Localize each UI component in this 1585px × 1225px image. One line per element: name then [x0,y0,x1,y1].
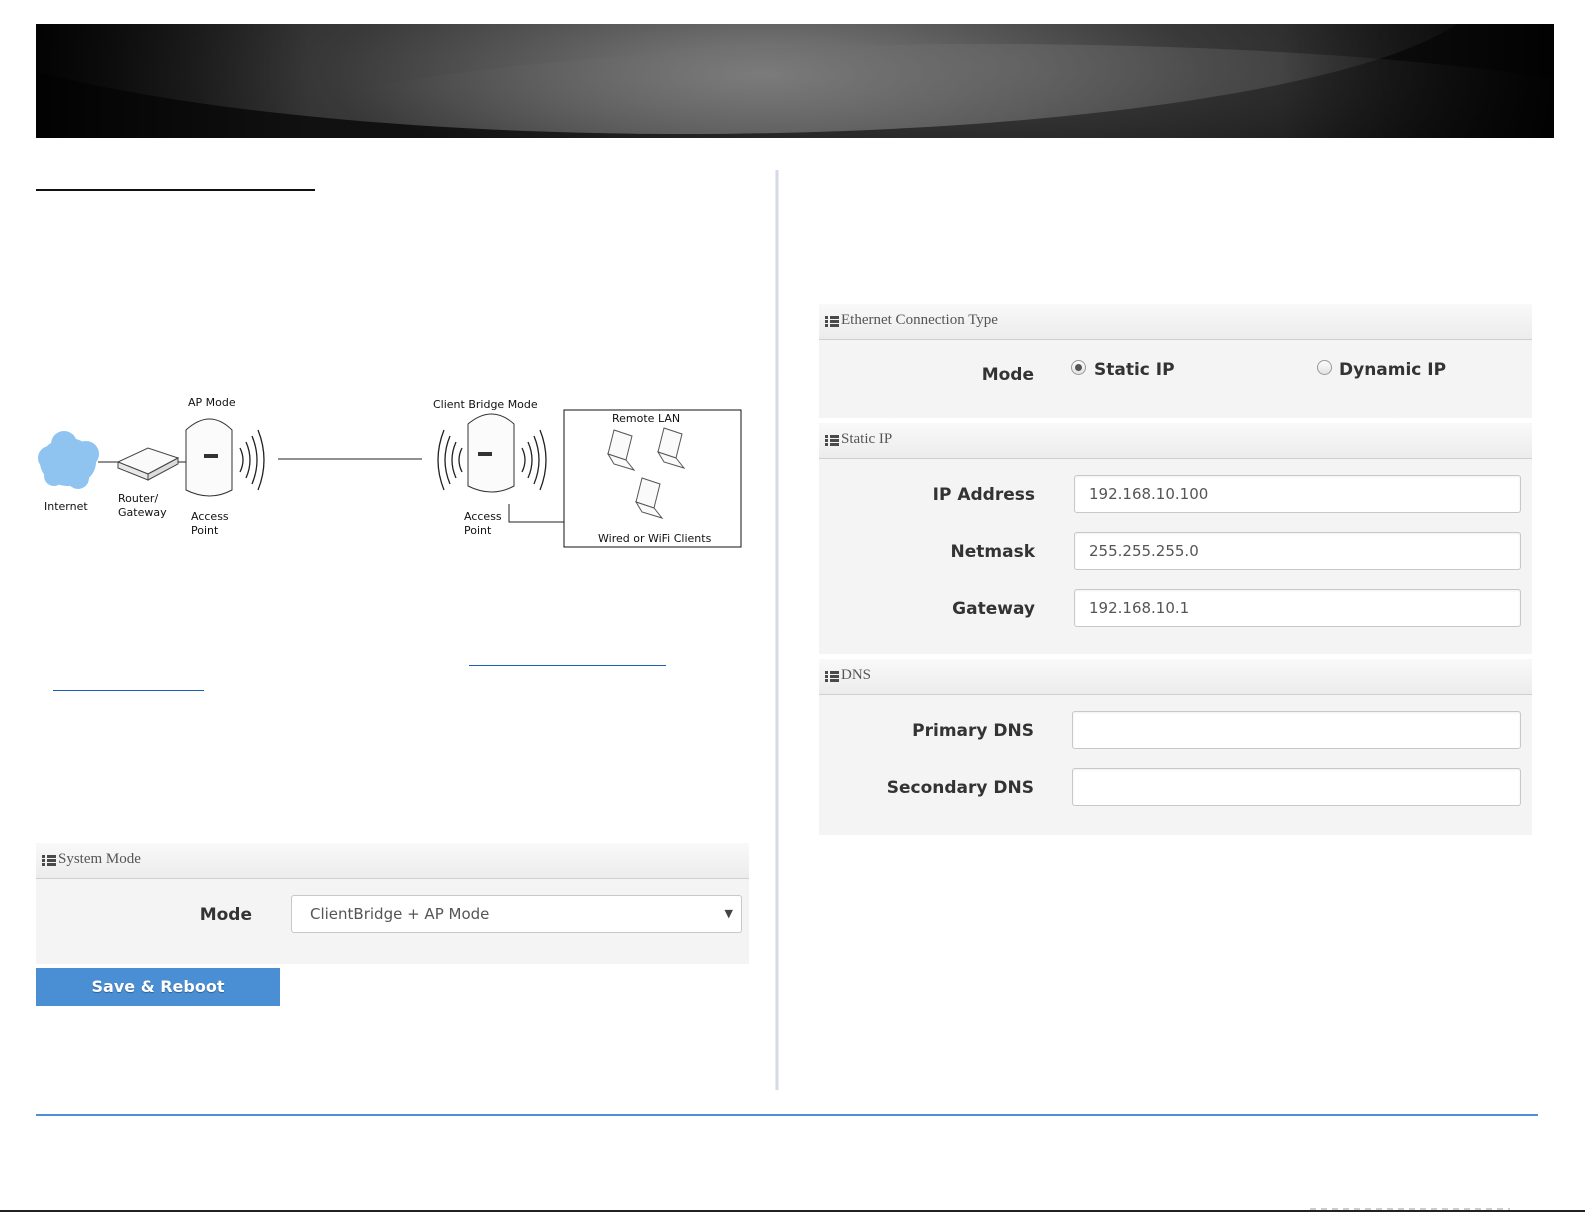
access-point-label-line2: Point [191,524,219,537]
secondary-dns-label: Secondary DNS [886,778,1034,798]
access-point-icon [467,413,515,493]
panel-header: Ethernet Connection Type [819,304,1532,340]
remote-lan-box [563,409,742,548]
panel-title: Static IP [841,431,893,447]
remote-lan-title: Remote LAN [612,412,680,425]
panel-header: System Mode [36,843,749,879]
column-divider [775,170,779,1090]
list-icon [825,316,839,327]
panel-title: Ethernet Connection Type [841,312,998,328]
router-label-line2: Gateway [118,506,167,519]
connection-mode-label: Mode [981,365,1034,385]
wireless-signal-left-icon [437,429,463,491]
static-ip-panel: Static IP IP Address 192.168.10.100 Netm… [819,423,1532,654]
ethernet-connection-panel: Ethernet Connection Type Mode Static IP … [819,304,1532,418]
list-icon [825,435,839,446]
access-point-icon [185,418,233,497]
primary-dns-label: Primary DNS [912,721,1034,741]
panel-header: DNS [819,659,1532,695]
wired-clients-label: Wired or WiFi Clients [598,532,712,545]
list-icon [42,855,56,866]
panel-title: DNS [841,667,872,683]
save-reboot-button[interactable]: Save & Reboot [36,968,280,1006]
panel-header: Static IP [819,423,1532,459]
section-heading-underline [36,189,315,191]
panel-title: System Mode [58,851,141,867]
router-icon [116,447,180,481]
list-icon [825,671,839,682]
primary-dns-input[interactable] [1072,711,1521,749]
footer-divider [36,1114,1538,1116]
hyperlink-underline[interactable] [469,665,666,666]
dns-panel: DNS Primary DNS Secondary DNS [819,659,1532,835]
mode-label: Mode [199,905,252,925]
ip-address-input[interactable]: 192.168.10.100 [1074,475,1521,513]
access-point-label-line1: Access [464,510,502,523]
gateway-label: Gateway [952,599,1035,619]
network-diagram: Internet Router/ Gateway AP Mode Access … [38,396,742,548]
wireless-signal-right-icon [521,429,547,491]
ip-address-label: IP Address [932,485,1035,505]
internet-cloud-icon [38,431,99,489]
secondary-dns-input[interactable] [1072,768,1521,806]
netmask-label: Netmask [950,542,1036,562]
system-mode-panel: System Mode Mode ClientBridge + AP Mode … [36,843,749,964]
system-mode-select[interactable]: ClientBridge + AP Mode ▼ [291,895,742,933]
router-label-line1: Router/ [118,492,158,505]
access-point-label-line2: Point [464,524,492,537]
wireless-signal-icon [239,429,265,491]
static-ip-radio[interactable] [1071,360,1086,375]
dynamic-ip-option-label[interactable]: Dynamic IP [1339,360,1446,380]
chevron-down-icon[interactable]: ▼ [725,896,733,932]
gateway-input[interactable]: 192.168.10.1 [1074,589,1521,627]
header-banner [36,24,1554,138]
static-ip-option-label[interactable]: Static IP [1094,360,1175,380]
internet-label: Internet [44,500,88,513]
manual-page: Internet Router/ Gateway AP Mode Access … [0,0,1585,1225]
access-point-label-line1: Access [191,510,229,523]
dynamic-ip-radio[interactable] [1317,360,1332,375]
system-mode-value: ClientBridge + AP Mode [310,905,490,923]
page-bottom-edge [0,1210,1585,1212]
ap-mode-title: AP Mode [188,396,236,409]
hyperlink-underline-continued[interactable] [53,690,204,691]
client-bridge-title: Client Bridge Mode [433,398,538,411]
netmask-input[interactable]: 255.255.255.0 [1074,532,1521,570]
